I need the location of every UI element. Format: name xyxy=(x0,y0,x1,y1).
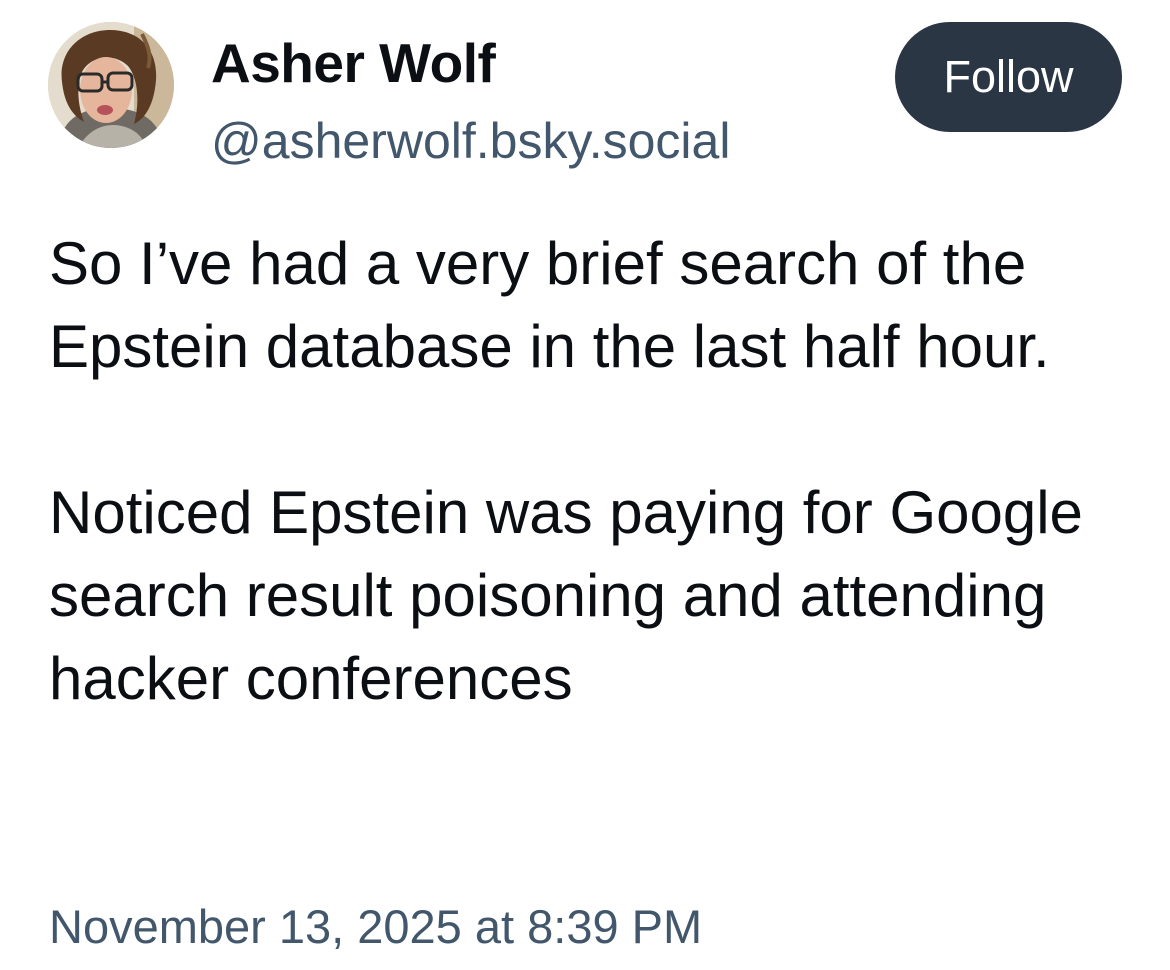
post-body: So I’ve had a very brief search of the E… xyxy=(49,222,1139,720)
post-paragraph: Noticed Epstein was paying for Google se… xyxy=(49,479,1083,712)
author-display-name[interactable]: Asher Wolf xyxy=(211,30,496,96)
post-card: Asher Wolf @asherwolf.bsky.social Follow… xyxy=(0,0,1170,970)
follow-button[interactable]: Follow xyxy=(895,22,1122,132)
post-paragraph: So I’ve had a very brief search of the E… xyxy=(49,230,1050,380)
author-handle[interactable]: @asherwolf.bsky.social xyxy=(211,110,730,172)
avatar-image xyxy=(48,22,174,148)
post-timestamp[interactable]: November 13, 2025 at 8:39 PM xyxy=(49,896,702,958)
avatar[interactable] xyxy=(48,22,174,148)
